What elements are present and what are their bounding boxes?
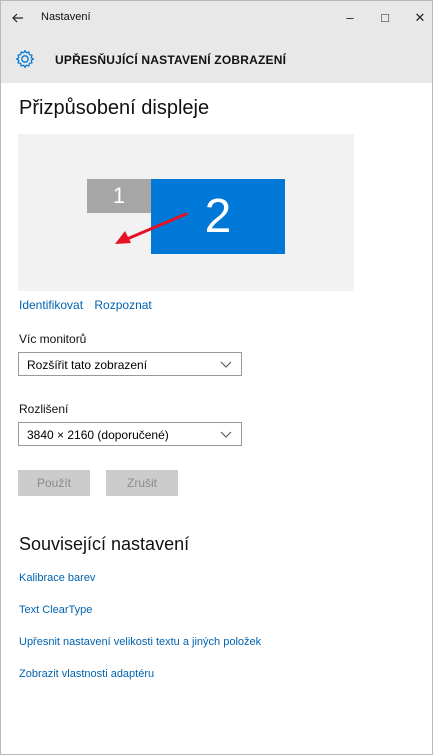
window-title: Nastavení (41, 11, 91, 23)
detect-link[interactable]: Rozpoznat (94, 298, 151, 312)
advanced-text-size-link[interactable]: Upřesnit nastavení velikosti textu a jin… (19, 636, 261, 648)
related-settings-heading: Související nastavení (19, 534, 190, 554)
cancel-button[interactable]: Zrušit (106, 470, 178, 496)
multi-monitor-dropdown[interactable]: Rozšířit tato zobrazení (18, 352, 242, 376)
multi-monitor-value: Rozšířit tato zobrazení (27, 358, 148, 372)
page-section-title: UPŘESŇUJÍCÍ NASTAVENÍ ZOBRAZENÍ (55, 53, 287, 67)
multi-monitor-label: Víc monitorů (19, 332, 87, 346)
maximize-button[interactable]: □ (370, 7, 400, 29)
resolution-value: 3840 × 2160 (doporučené) (27, 428, 169, 442)
back-button[interactable] (9, 9, 27, 27)
resolution-label: Rozlišení (19, 402, 69, 416)
identify-detect-links: Identifikovat Rozpoznat (19, 298, 152, 312)
display-heading: Přizpůsobení displeje (19, 97, 210, 119)
display-arrangement-preview[interactable]: 1 2 (18, 134, 354, 291)
minimize-button[interactable]: – (335, 7, 365, 29)
page-header: UPŘESŇUJÍCÍ NASTAVENÍ ZOBRAZENÍ (1, 35, 432, 83)
adapter-properties-link[interactable]: Zobrazit vlastnosti adaptéru (19, 668, 154, 680)
color-calibration-link[interactable]: Kalibrace barev (19, 572, 95, 584)
arrow-left-icon (12, 13, 23, 23)
chevron-down-icon (220, 431, 232, 438)
cleartype-link[interactable]: Text ClearType (19, 604, 92, 616)
title-bar: Nastavení – □ ✕ (1, 1, 432, 35)
red-arrow-annotation (115, 212, 188, 244)
settings-window: Nastavení – □ ✕ UPŘESŇUJÍCÍ NASTAVENÍ ZO… (0, 0, 433, 755)
resolution-dropdown[interactable]: 3840 × 2160 (doporučené) (18, 422, 242, 446)
apply-button[interactable]: Použít (18, 470, 90, 496)
identify-link[interactable]: Identifikovat (19, 298, 83, 312)
chevron-down-icon (220, 361, 232, 368)
close-button[interactable]: ✕ (405, 7, 432, 29)
gear-icon (15, 49, 35, 69)
